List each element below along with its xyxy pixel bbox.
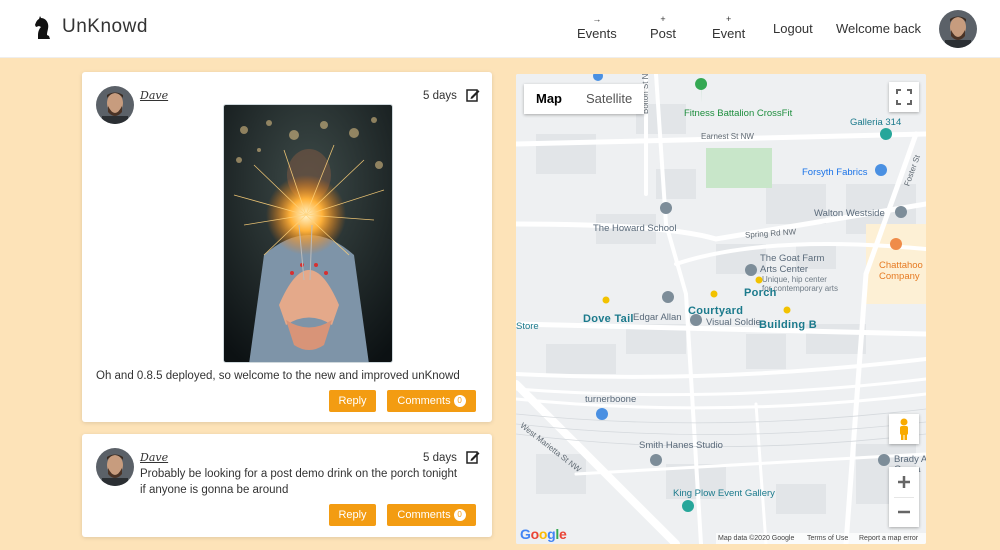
map-place-label[interactable]: Forsyth Fabrics xyxy=(802,167,867,178)
google-logo: Google xyxy=(520,526,567,542)
reply-button[interactable]: Reply xyxy=(329,390,376,412)
map-place-label[interactable]: Company xyxy=(879,271,920,282)
map-place-label[interactable]: Arts Center xyxy=(760,264,808,275)
post-text-line: if anyone is gonna be around xyxy=(140,484,289,496)
logout-link[interactable]: Logout xyxy=(773,21,813,36)
nav-events-label: Events xyxy=(577,26,617,41)
brand-name[interactable]: UnKnowd xyxy=(62,16,148,38)
map-place-label[interactable]: Dove Tail xyxy=(583,313,634,325)
map-place-label[interactable]: Smith Hanes Studio xyxy=(639,440,723,451)
map-place-label[interactable]: Porch xyxy=(744,287,777,299)
comments-label: Comments xyxy=(397,509,451,521)
post-card: Dave 5 days Probably be looking for a po… xyxy=(82,434,492,537)
zoom-in-button[interactable] xyxy=(889,467,919,497)
map-place-label[interactable]: Building B xyxy=(759,319,817,331)
post-text: Probably be looking for a post demo drin… xyxy=(140,466,457,498)
satellite-button[interactable]: Satellite xyxy=(574,84,644,114)
comments-button[interactable]: Comments 0 xyxy=(387,390,476,412)
map-place-label[interactable]: The Howard School xyxy=(593,223,676,234)
map-place-label[interactable]: Courtyard xyxy=(688,305,743,317)
edit-icon[interactable] xyxy=(466,88,480,102)
nav-post-label: Post xyxy=(650,26,677,41)
post-author[interactable]: Dave xyxy=(140,451,168,464)
map-road-label: Earnest St NW xyxy=(701,132,754,141)
comments-button[interactable]: Comments 0 xyxy=(387,504,476,526)
map-place-label[interactable]: turnerboone xyxy=(585,394,636,405)
map-view[interactable]: Fitness Battalion CrossFit Galleria 314 … xyxy=(516,74,926,544)
nav-event[interactable]: + Event xyxy=(712,14,745,41)
avatar[interactable] xyxy=(96,86,134,124)
top-navbar: UnKnowd → Events + Post + Event Logout W… xyxy=(0,0,1000,58)
report-error-link[interactable]: Report a map error xyxy=(859,535,918,542)
map-place-label[interactable]: Visual Soldie xyxy=(706,317,761,328)
plus-icon: + xyxy=(660,14,666,24)
map-place-label[interactable]: King Plow Event Gallery xyxy=(673,488,775,499)
nav-event-label: Event xyxy=(712,26,746,41)
knight-logo-icon[interactable] xyxy=(34,16,54,40)
terms-link[interactable]: Terms of Use xyxy=(807,535,848,542)
post-card: Dave 5 days Oh and 0.8.5 deployed, so we… xyxy=(82,72,492,422)
welcome-text: Welcome back xyxy=(836,21,922,36)
post-text-line: Probably be looking for a post demo drin… xyxy=(140,468,458,480)
comments-count-badge: 0 xyxy=(453,395,466,407)
pegman-icon xyxy=(900,418,908,440)
avatar[interactable] xyxy=(939,10,977,48)
map-place-desc: Unique, hip center xyxy=(762,275,827,284)
map-button[interactable]: Map xyxy=(524,84,574,114)
edit-icon[interactable] xyxy=(466,450,480,464)
reply-button[interactable]: Reply xyxy=(329,504,376,526)
fullscreen-icon xyxy=(896,89,912,105)
arrow-right-icon: → xyxy=(592,14,602,24)
avatar[interactable] xyxy=(96,448,134,486)
map-place-label[interactable]: Chattahoo xyxy=(879,260,923,271)
map-place-label[interactable]: The Goat Farm xyxy=(760,253,824,264)
nav-events[interactable]: → Events xyxy=(577,14,617,41)
map-place-label[interactable]: Galleria 314 xyxy=(850,117,901,128)
map-place-label[interactable]: Fitness Battalion CrossFit xyxy=(684,108,792,119)
post-age: 5 days xyxy=(423,90,457,102)
comments-count-badge: 0 xyxy=(453,509,466,521)
zoom-out-button[interactable] xyxy=(889,497,919,527)
post-photo xyxy=(223,104,393,363)
map-place-label[interactable]: Edgar Allan xyxy=(633,312,682,323)
zoom-control xyxy=(889,467,919,527)
fullscreen-button[interactable] xyxy=(889,82,919,112)
post-age: 5 days xyxy=(423,452,457,464)
post-text: Oh and 0.8.5 deployed, so welcome to the… xyxy=(96,370,460,382)
map-data-attribution: Map data ©2020 Google xyxy=(718,535,795,542)
map-place-label[interactable]: Store xyxy=(516,321,539,332)
nav-post[interactable]: + Post xyxy=(650,14,676,41)
comments-label: Comments xyxy=(397,395,451,407)
map-type-toggle: Map Satellite xyxy=(524,84,645,114)
map-place-label[interactable]: Walton Westside xyxy=(814,208,885,219)
post-author[interactable]: Dave xyxy=(140,89,168,102)
street-view-button[interactable] xyxy=(889,414,919,444)
plus-icon: + xyxy=(725,14,732,24)
